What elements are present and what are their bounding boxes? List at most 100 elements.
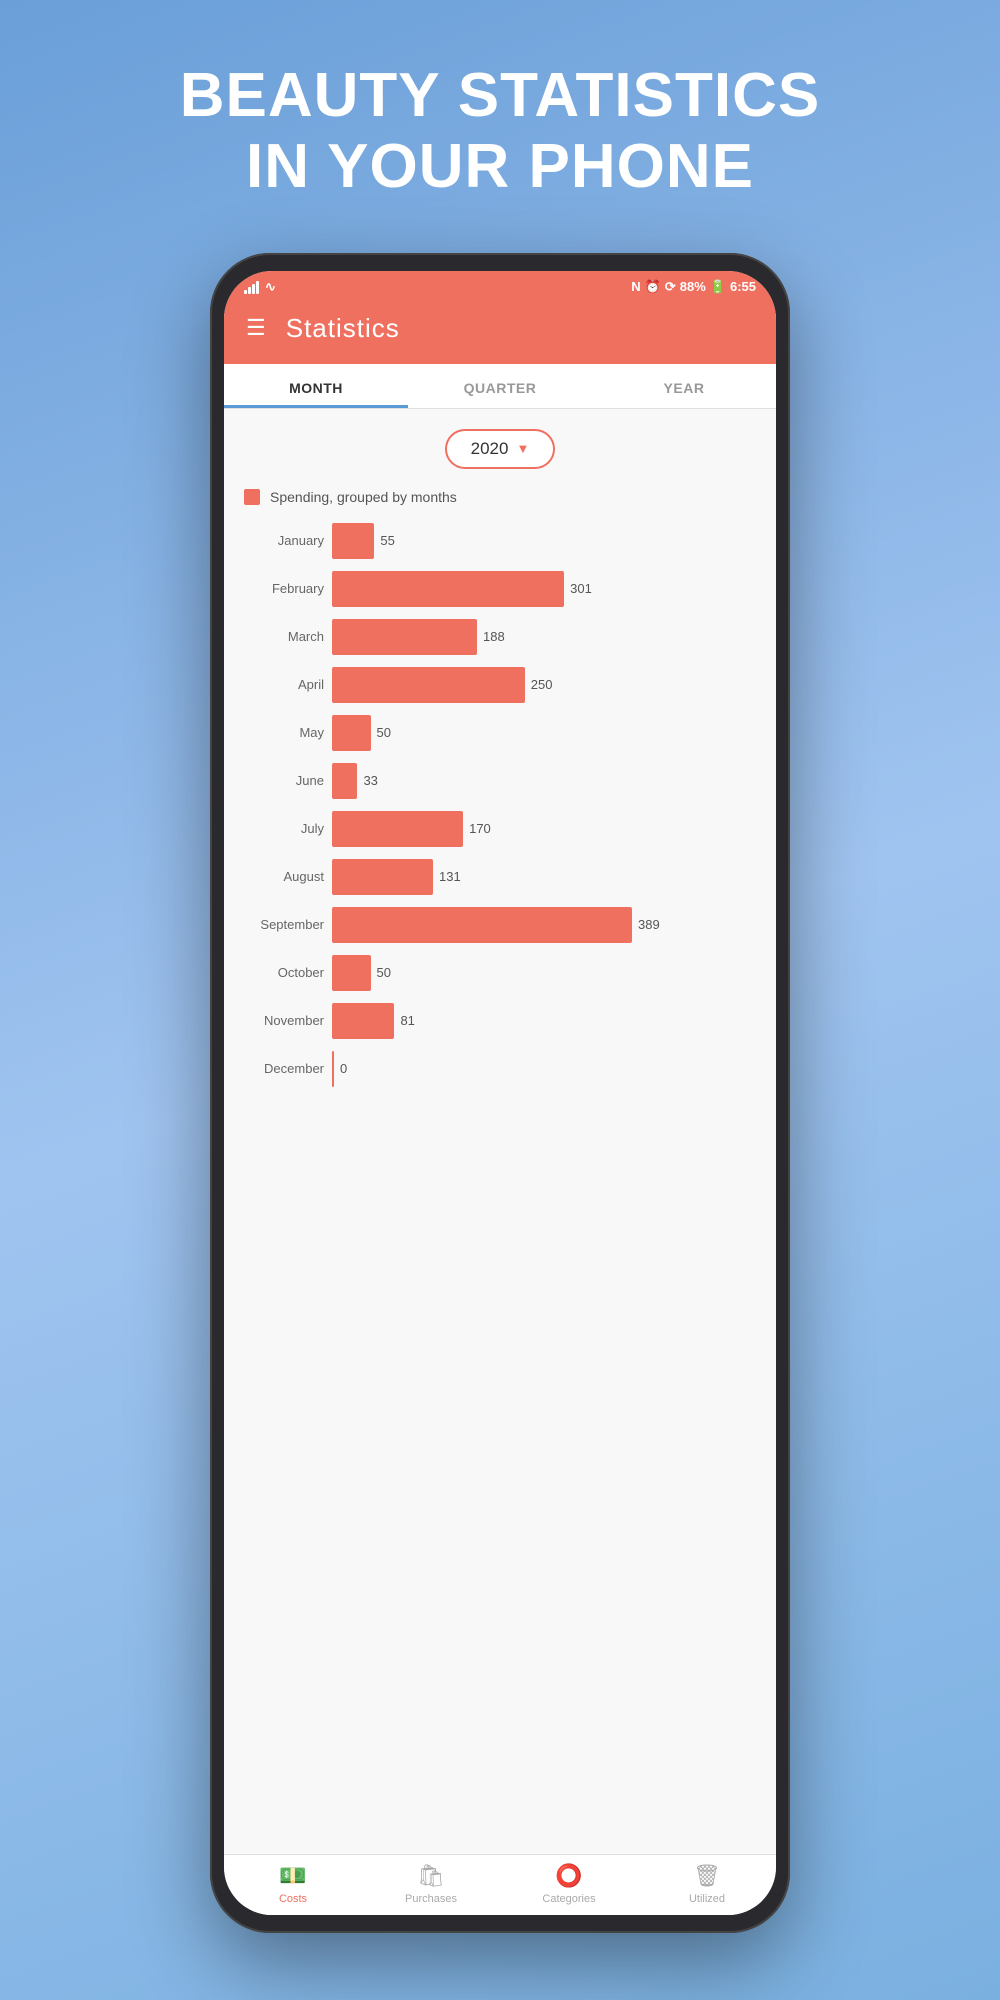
bar-value: 188 bbox=[483, 629, 505, 644]
rotate-icon: ⟳ bbox=[665, 279, 676, 295]
clock: 6:55 bbox=[730, 279, 756, 294]
chart-row: May 50 bbox=[244, 715, 756, 751]
chart-row: January 55 bbox=[244, 523, 756, 559]
month-label: June bbox=[244, 773, 324, 788]
bar-container: 188 bbox=[332, 619, 756, 655]
nav-icon-costs: 💵 bbox=[279, 1863, 306, 1889]
main-content: 2020 ▼ Spending, grouped by months Janua… bbox=[224, 409, 776, 1854]
status-left: ∿ bbox=[244, 279, 276, 295]
bar bbox=[332, 571, 564, 607]
bar-container: 55 bbox=[332, 523, 756, 559]
month-label: January bbox=[244, 533, 324, 548]
bar-container: 301 bbox=[332, 571, 756, 607]
nav-icon-purchases: 🛍 bbox=[417, 1863, 445, 1889]
month-label: September bbox=[244, 917, 324, 932]
month-label: February bbox=[244, 581, 324, 596]
nav-icon-categories: ⭕ bbox=[555, 1863, 582, 1889]
bar-container: 81 bbox=[332, 1003, 756, 1039]
bar-value: 50 bbox=[377, 725, 391, 740]
chart-row: July 170 bbox=[244, 811, 756, 847]
bar bbox=[332, 859, 433, 895]
bar bbox=[332, 907, 632, 943]
bar bbox=[332, 811, 463, 847]
chart-row: December 0 bbox=[244, 1051, 756, 1087]
phone-screen: ∿ N ⏰ ⟳ 88% 🔋 6:55 ☰ Statistics MONTH QU… bbox=[224, 271, 776, 1915]
nav-label-categories: Categories bbox=[542, 1893, 595, 1905]
alarm-icon: ⏰ bbox=[645, 279, 661, 295]
chart-row: September 389 bbox=[244, 907, 756, 943]
bar-container: 50 bbox=[332, 955, 756, 991]
tab-year[interactable]: YEAR bbox=[592, 364, 776, 408]
status-bar: ∿ N ⏰ ⟳ 88% 🔋 6:55 bbox=[224, 271, 776, 299]
bar-value: 50 bbox=[377, 965, 391, 980]
nav-icon-utilized: 🗑 bbox=[693, 1863, 721, 1889]
bar-value: 81 bbox=[400, 1013, 414, 1028]
chevron-down-icon: ▼ bbox=[516, 441, 529, 456]
bar-value: 55 bbox=[380, 533, 394, 548]
bar bbox=[332, 955, 371, 991]
bar-container: 250 bbox=[332, 667, 756, 703]
app-title: Statistics bbox=[286, 313, 400, 344]
bar bbox=[332, 523, 374, 559]
nav-item-categories[interactable]: ⭕ Categories bbox=[500, 1863, 638, 1905]
bar-value: 301 bbox=[570, 581, 592, 596]
tabs-bar: MONTH QUARTER YEAR bbox=[224, 364, 776, 409]
chart-row: June 33 bbox=[244, 763, 756, 799]
bar-value: 131 bbox=[439, 869, 461, 884]
year-dropdown[interactable]: 2020 ▼ bbox=[445, 429, 556, 469]
status-right: N ⏰ ⟳ 88% 🔋 6:55 bbox=[631, 279, 756, 295]
signal-icon bbox=[244, 280, 259, 294]
bar-value: 170 bbox=[469, 821, 491, 836]
bar bbox=[332, 1003, 394, 1039]
battery-icon: 🔋 bbox=[710, 279, 726, 295]
month-label: April bbox=[244, 677, 324, 692]
month-label: December bbox=[244, 1061, 324, 1076]
month-label: November bbox=[244, 1013, 324, 1028]
wifi-icon: ∿ bbox=[265, 279, 276, 295]
nav-label-utilized: Utilized bbox=[689, 1893, 725, 1905]
chart-row: August 131 bbox=[244, 859, 756, 895]
bar-container: 389 bbox=[332, 907, 756, 943]
chart-row: February 301 bbox=[244, 571, 756, 607]
bar-container: 50 bbox=[332, 715, 756, 751]
bar-value: 389 bbox=[638, 917, 660, 932]
chart-legend: Spending, grouped by months bbox=[244, 489, 756, 505]
bar bbox=[332, 763, 357, 799]
bar bbox=[332, 715, 371, 751]
hero-title: BEAUTY STATISTICS IN YOUR PHONE bbox=[180, 60, 820, 203]
month-label: October bbox=[244, 965, 324, 980]
year-value: 2020 bbox=[471, 439, 509, 459]
bar bbox=[332, 1051, 334, 1087]
nfc-icon: N bbox=[631, 279, 640, 294]
bottom-nav: 💵 Costs 🛍 Purchases ⭕ Categories 🗑 Utilized bbox=[224, 1854, 776, 1915]
nav-item-purchases[interactable]: 🛍 Purchases bbox=[362, 1863, 500, 1905]
app-header: ☰ Statistics bbox=[224, 299, 776, 364]
bar-value: 0 bbox=[340, 1061, 347, 1076]
phone-mockup: ∿ N ⏰ ⟳ 88% 🔋 6:55 ☰ Statistics MONTH QU… bbox=[210, 253, 790, 1933]
bar-container: 170 bbox=[332, 811, 756, 847]
nav-item-utilized[interactable]: 🗑 Utilized bbox=[638, 1863, 776, 1905]
bar-value: 33 bbox=[363, 773, 377, 788]
month-label: May bbox=[244, 725, 324, 740]
month-label: March bbox=[244, 629, 324, 644]
bar bbox=[332, 619, 477, 655]
bar-chart: January 55 February 301 March 188 April 250 May 5… bbox=[244, 523, 756, 1087]
nav-label-costs: Costs bbox=[279, 1893, 307, 1905]
tab-month[interactable]: MONTH bbox=[224, 364, 408, 408]
tab-quarter[interactable]: QUARTER bbox=[408, 364, 592, 408]
menu-icon[interactable]: ☰ bbox=[246, 315, 266, 341]
nav-label-purchases: Purchases bbox=[405, 1893, 457, 1905]
month-label: July bbox=[244, 821, 324, 836]
nav-item-costs[interactable]: 💵 Costs bbox=[224, 1863, 362, 1905]
chart-row: November 81 bbox=[244, 1003, 756, 1039]
legend-color-swatch bbox=[244, 489, 260, 505]
month-label: August bbox=[244, 869, 324, 884]
year-selector: 2020 ▼ bbox=[244, 429, 756, 469]
bar-container: 0 bbox=[332, 1051, 756, 1087]
bar-container: 131 bbox=[332, 859, 756, 895]
chart-row: April 250 bbox=[244, 667, 756, 703]
bar bbox=[332, 667, 525, 703]
battery-percent: 88% bbox=[680, 279, 706, 294]
bar-value: 250 bbox=[531, 677, 553, 692]
bar-container: 33 bbox=[332, 763, 756, 799]
